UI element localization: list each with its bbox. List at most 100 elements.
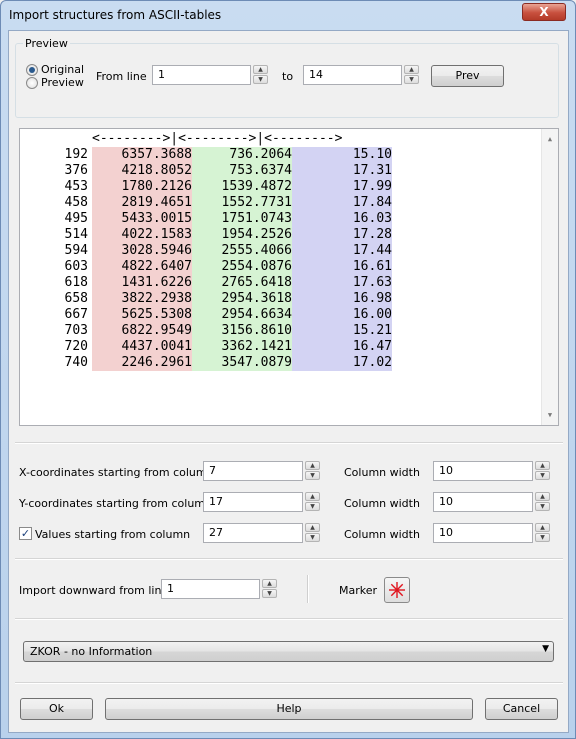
row-id-cell: 192 — [64, 147, 88, 162]
dialog-window: Import structures from ASCII-tables X Pr… — [0, 0, 576, 739]
stepper-down-icon[interactable]: ▼ — [535, 533, 550, 542]
info-dropdown[interactable]: ZKOR - no Information ▼ — [23, 641, 554, 662]
stepper-down-icon[interactable]: ▼ — [535, 471, 550, 480]
from-line-label: From line — [96, 70, 147, 83]
help-button[interactable]: Help — [105, 698, 473, 720]
y-column-label: Y-coordinates starting from column — [19, 497, 212, 510]
value-cell: 17.63 — [292, 275, 392, 291]
x-coordinate-cell: 2246.2961 — [92, 355, 192, 371]
y-width-input[interactable]: 10 — [433, 492, 533, 512]
preview-group-title: Preview — [23, 37, 70, 50]
stepper-up-icon[interactable]: ▲ — [305, 523, 320, 532]
preview-row: 594 3028.5946 2555.4066 17.44 — [20, 243, 400, 259]
stepper-down-icon[interactable]: ▼ — [253, 75, 268, 84]
x-width-label: Column width — [344, 466, 420, 479]
values-column-input[interactable]: 27 — [203, 523, 303, 543]
value-cell: 16.61 — [292, 259, 392, 275]
stepper-up-icon[interactable]: ▲ — [535, 461, 550, 470]
scroll-up-icon[interactable]: ▲ — [542, 131, 558, 147]
y-column-input[interactable]: 17 — [203, 492, 303, 512]
stepper-up-icon[interactable]: ▲ — [262, 579, 277, 588]
stepper-down-icon[interactable]: ▼ — [404, 75, 419, 84]
values-width-stepper[interactable]: ▲ ▼ — [535, 523, 550, 543]
radio-original-indicator[interactable] — [26, 63, 38, 76]
to-line-stepper[interactable]: ▲ ▼ — [404, 65, 419, 85]
preview-row: 703 6822.9549 3156.8610 15.21 — [20, 323, 400, 339]
stepper-down-icon[interactable]: ▼ — [535, 502, 550, 511]
radio-original[interactable]: Original — [26, 63, 84, 76]
cancel-button[interactable]: Cancel — [485, 698, 558, 720]
radio-original-label: Original — [41, 63, 85, 76]
x-column-input[interactable]: 7 — [203, 461, 303, 481]
values-checkbox[interactable]: ✓ — [19, 527, 32, 540]
x-coordinate-cell: 4218.8052 — [92, 163, 192, 179]
separator — [15, 442, 563, 444]
value-cell: 17.44 — [292, 243, 392, 259]
row-id-cell: 658 — [64, 291, 88, 306]
stepper-up-icon[interactable]: ▲ — [535, 492, 550, 501]
values-width-input[interactable]: 10 — [433, 523, 533, 543]
prev-button[interactable]: Prev — [431, 65, 504, 87]
scroll-down-icon[interactable]: ▼ — [542, 407, 558, 423]
preview-row: 720 4437.0041 3362.1421 16.47 — [20, 339, 400, 355]
row-id-cell: 618 — [64, 275, 88, 290]
stepper-up-icon[interactable]: ▲ — [404, 65, 419, 74]
y-coordinate-cell: 2554.0876 — [192, 259, 292, 275]
x-coordinate-cell: 6822.9549 — [92, 323, 192, 339]
y-width-stepper[interactable]: ▲ ▼ — [535, 492, 550, 512]
window-title: Import structures from ASCII-tables — [9, 8, 222, 22]
import-line-input[interactable]: 1 — [161, 579, 260, 599]
row-id-cell: 458 — [64, 195, 88, 210]
value-cell: 17.31 — [292, 163, 392, 179]
info-dropdown-value: ZKOR - no Information — [30, 645, 153, 658]
x-width-stepper[interactable]: ▲ ▼ — [535, 461, 550, 481]
preview-textbox[interactable]: <-------->|<-------->|<--------> 192 6357… — [19, 128, 559, 426]
ok-button[interactable]: Ok — [20, 698, 93, 720]
stepper-down-icon[interactable]: ▼ — [305, 533, 320, 542]
chevron-down-icon[interactable]: ▼ — [542, 644, 549, 654]
row-id-cell: 603 — [64, 259, 88, 274]
preview-row: 740 2246.2961 3547.0879 17.02 — [20, 355, 400, 371]
preview-row: 458 2819.4651 1552.7731 17.84 — [20, 195, 400, 211]
y-coordinate-cell: 3156.8610 — [192, 323, 292, 339]
x-coordinate-cell: 3028.5946 — [92, 243, 192, 259]
x-width-input[interactable]: 10 — [433, 461, 533, 481]
x-coordinate-cell: 4437.0041 — [92, 339, 192, 355]
import-line-label: Import downward from line — [19, 584, 169, 597]
to-label: to — [282, 70, 294, 83]
y-column-stepper[interactable]: ▲ ▼ — [305, 492, 320, 512]
row-id-cell: 495 — [64, 211, 88, 226]
y-coordinate-cell: 3362.1421 — [192, 339, 292, 355]
marker-button[interactable] — [384, 577, 410, 603]
radio-preview[interactable]: Preview — [26, 76, 84, 89]
title-bar[interactable]: Import structures from ASCII-tables X — [1, 1, 575, 29]
radio-preview-indicator[interactable] — [26, 76, 38, 89]
row-id-cell: 453 — [64, 179, 88, 194]
x-coordinate-cell: 3822.2938 — [92, 291, 192, 307]
values-width-label: Column width — [344, 528, 420, 541]
from-line-input[interactable]: 1 — [152, 65, 251, 85]
vertical-scrollbar[interactable]: ▲ ▼ — [541, 129, 558, 425]
values-column-label: Values starting from column — [35, 528, 191, 541]
close-button[interactable]: X — [522, 3, 566, 21]
separator — [15, 682, 563, 684]
stepper-up-icon[interactable]: ▲ — [305, 492, 320, 501]
from-line-stepper[interactable]: ▲ ▼ — [253, 65, 268, 85]
x-coordinate-cell: 2819.4651 — [92, 195, 192, 211]
preview-row: 192 6357.3688 736.2064 15.10 — [20, 147, 400, 163]
stepper-down-icon[interactable]: ▼ — [262, 589, 277, 598]
preview-row: 453 1780.2126 1539.4872 17.99 — [20, 179, 400, 195]
import-line-stepper[interactable]: ▲ ▼ — [262, 579, 277, 599]
value-cell: 17.28 — [292, 227, 392, 243]
to-line-input[interactable]: 14 — [303, 65, 402, 85]
stepper-up-icon[interactable]: ▲ — [305, 461, 320, 470]
stepper-down-icon[interactable]: ▼ — [305, 471, 320, 480]
x-column-label: X-coordinates starting from column — [19, 466, 214, 479]
stepper-up-icon[interactable]: ▲ — [253, 65, 268, 74]
stepper-up-icon[interactable]: ▲ — [535, 523, 550, 532]
x-column-stepper[interactable]: ▲ ▼ — [305, 461, 320, 481]
values-column-stepper[interactable]: ▲ ▼ — [305, 523, 320, 543]
y-coordinate-cell: 2765.6418 — [192, 275, 292, 291]
x-coordinate-cell: 1431.6226 — [92, 275, 192, 291]
stepper-down-icon[interactable]: ▼ — [305, 502, 320, 511]
